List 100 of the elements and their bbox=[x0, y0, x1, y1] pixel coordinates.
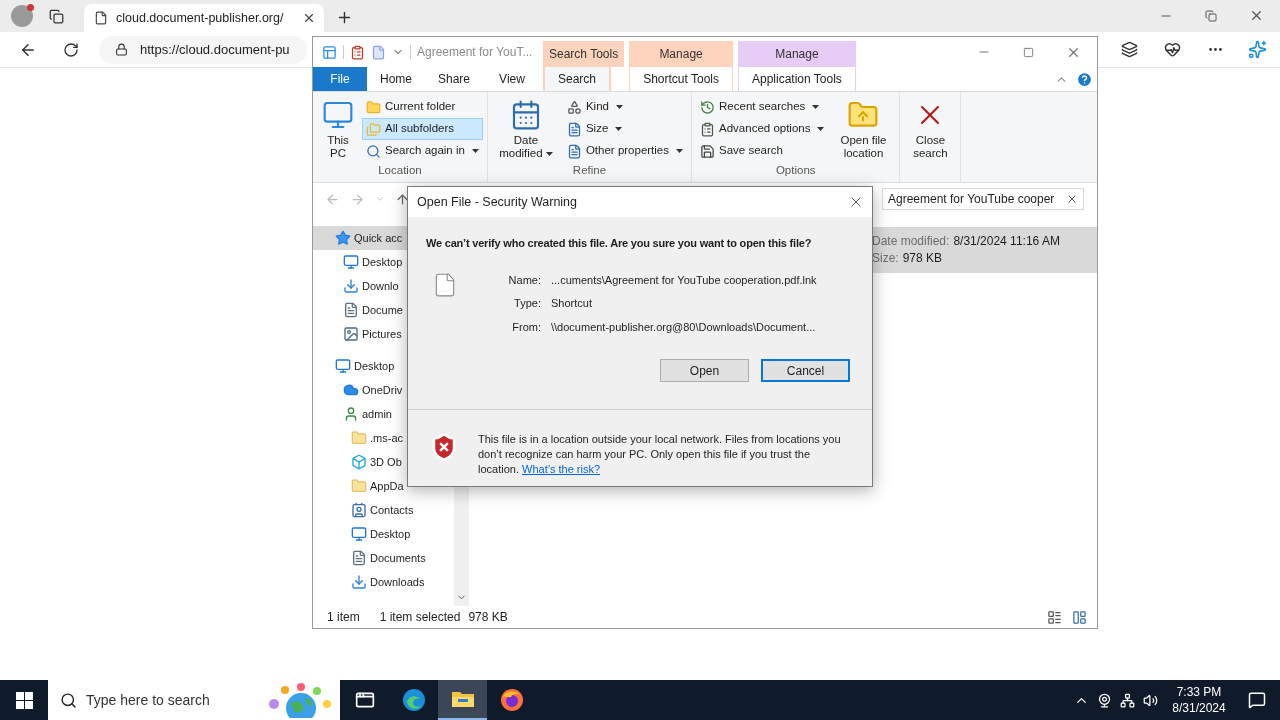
close-tab-icon[interactable] bbox=[302, 11, 316, 25]
taskbar-search-field[interactable]: Type here to search bbox=[48, 680, 340, 720]
camera-icon[interactable] bbox=[1097, 692, 1112, 708]
nav-item[interactable]: .ms-ac bbox=[313, 426, 454, 450]
monitor-icon bbox=[351, 526, 367, 542]
preview-view-icon[interactable] bbox=[1072, 609, 1087, 625]
field-value: Shortcut bbox=[551, 296, 593, 311]
shapes-icon bbox=[566, 99, 582, 115]
dialog-button[interactable]: Cancel bbox=[761, 359, 850, 382]
tab-actions-icon[interactable] bbox=[49, 9, 64, 24]
nav-item[interactable]: Desktop bbox=[313, 354, 454, 378]
dialog-button[interactable]: Open bbox=[660, 359, 749, 382]
list-icon bbox=[700, 121, 716, 137]
nav-item[interactable]: Contacts bbox=[313, 498, 454, 522]
nav-item[interactable]: OneDriv bbox=[313, 378, 454, 402]
group-label: Location bbox=[378, 163, 422, 178]
risk-link[interactable]: What’s the risk? bbox=[522, 463, 601, 475]
user-icon bbox=[343, 406, 359, 422]
ribbon-tab[interactable]: View bbox=[483, 67, 541, 91]
ribbon-button[interactable]: All subfolders bbox=[362, 118, 483, 140]
details-view-icon[interactable] bbox=[1047, 609, 1062, 625]
warning-text: This file is in a location outside your local network. Files from locations you don’t recognize can harm your PC. Only open this file if you trust the location. What’s the risk? bbox=[478, 432, 842, 477]
ribbon-button[interactable]: Recent searches bbox=[696, 96, 829, 118]
health-icon[interactable] bbox=[1164, 41, 1181, 58]
dialog-title: Open File - Security Warning bbox=[417, 193, 577, 211]
nav-item[interactable]: Downlo bbox=[313, 274, 454, 298]
clear-icon[interactable] bbox=[1066, 193, 1078, 205]
ribbon-tab[interactable]: Share bbox=[425, 67, 483, 91]
close-icon[interactable] bbox=[1249, 8, 1264, 23]
nav-item[interactable]: Documents bbox=[313, 546, 454, 570]
field-value: ...cuments\Agreement for YouTube cooperation.pdf.lnk bbox=[551, 272, 817, 288]
app-icon bbox=[401, 688, 426, 712]
volume-icon[interactable] bbox=[1143, 692, 1158, 708]
document-icon bbox=[351, 550, 367, 566]
field-label: From: bbox=[511, 319, 541, 335]
ribbon-button[interactable]: Current folder bbox=[362, 96, 483, 118]
copilot-icon[interactable] bbox=[1248, 40, 1267, 59]
status-text: 1 item bbox=[327, 609, 360, 626]
field-label: Type: bbox=[513, 296, 541, 311]
nav-item[interactable]: Desktop bbox=[313, 522, 454, 546]
folder-window-icon bbox=[322, 44, 337, 60]
context-header: Manage bbox=[738, 41, 856, 67]
notifications-icon[interactable] bbox=[1248, 691, 1266, 709]
new-tab-icon[interactable] bbox=[336, 9, 353, 26]
file-tab[interactable]: File bbox=[313, 67, 367, 91]
ribbon-tab[interactable]: Search bbox=[543, 67, 612, 91]
folder-icon bbox=[351, 430, 367, 446]
ribbon-button[interactable]: Save search bbox=[696, 140, 829, 162]
field-label: Size: bbox=[872, 250, 899, 267]
search-field[interactable]: Agreement for YouTube cooper bbox=[882, 188, 1084, 210]
ribbon-button[interactable]: Close search bbox=[904, 96, 957, 161]
nav-item[interactable]: Downloads bbox=[313, 570, 454, 594]
field-label: Name: bbox=[507, 272, 541, 288]
up-icon[interactable] bbox=[395, 191, 410, 207]
ribbon-tab[interactable]: Application Tools bbox=[738, 67, 856, 91]
field-value: 8/31/2024 11:16 AM bbox=[953, 233, 1060, 250]
contact-icon bbox=[351, 502, 367, 518]
properties-icon[interactable] bbox=[350, 44, 365, 60]
collections-icon[interactable] bbox=[1121, 41, 1138, 58]
ribbon-button[interactable]: Other properties bbox=[562, 140, 688, 162]
help-icon[interactable] bbox=[1076, 70, 1093, 88]
search-icon bbox=[366, 143, 381, 159]
monitor-icon bbox=[322, 99, 354, 131]
network-icon[interactable] bbox=[1120, 692, 1135, 708]
maximize-icon[interactable] bbox=[1023, 46, 1034, 58]
restore-icon[interactable] bbox=[1205, 10, 1217, 22]
ribbon-button[interactable]: Size bbox=[562, 118, 688, 140]
document-icon bbox=[566, 143, 582, 159]
ribbon-button[interactable]: Search again in bbox=[362, 140, 483, 162]
search-icon bbox=[60, 691, 77, 709]
group-label: Options bbox=[775, 163, 816, 178]
nav-item[interactable]: Docume bbox=[313, 298, 454, 322]
ribbon-button[interactable]: Date modified bbox=[491, 96, 560, 161]
nav-item[interactable]: admin bbox=[313, 402, 454, 426]
folders-icon bbox=[366, 121, 381, 137]
address-bar[interactable]: https://cloud.document-pu bbox=[99, 35, 307, 64]
task-view-icon bbox=[354, 690, 375, 710]
search-input[interactable]: Type here to search bbox=[86, 689, 256, 711]
app-icon bbox=[450, 689, 475, 709]
nav-item[interactable]: Desktop bbox=[313, 250, 454, 274]
clock[interactable]: 7:33 PM 8/31/2024 bbox=[1164, 684, 1234, 716]
nav-item[interactable]: Pictures bbox=[313, 322, 454, 346]
ribbon-button[interactable]: Advanced options bbox=[696, 118, 829, 140]
context-header: Manage bbox=[629, 41, 733, 67]
refresh-icon[interactable] bbox=[63, 41, 79, 58]
ribbon-button[interactable]: Kind bbox=[562, 96, 688, 118]
star-icon bbox=[335, 230, 351, 246]
browser-tab[interactable]: cloud.document-publisher.org/ bbox=[84, 4, 324, 32]
ribbon-button[interactable]: This PC bbox=[317, 96, 359, 161]
profile-avatar[interactable] bbox=[11, 5, 33, 27]
image-icon bbox=[343, 326, 359, 342]
nav-item[interactable]: AppDa bbox=[313, 474, 454, 498]
download-icon bbox=[343, 278, 359, 294]
ribbon-button[interactable]: Open file location bbox=[831, 96, 896, 161]
ribbon-tab[interactable]: Home bbox=[367, 67, 425, 91]
nav-item[interactable]: 3D Ob bbox=[313, 450, 454, 474]
ribbon-tab[interactable]: Shortcut Tools bbox=[629, 67, 733, 91]
monitor-icon bbox=[335, 358, 351, 374]
download-icon bbox=[351, 574, 367, 590]
taskbar-app[interactable] bbox=[438, 680, 487, 720]
